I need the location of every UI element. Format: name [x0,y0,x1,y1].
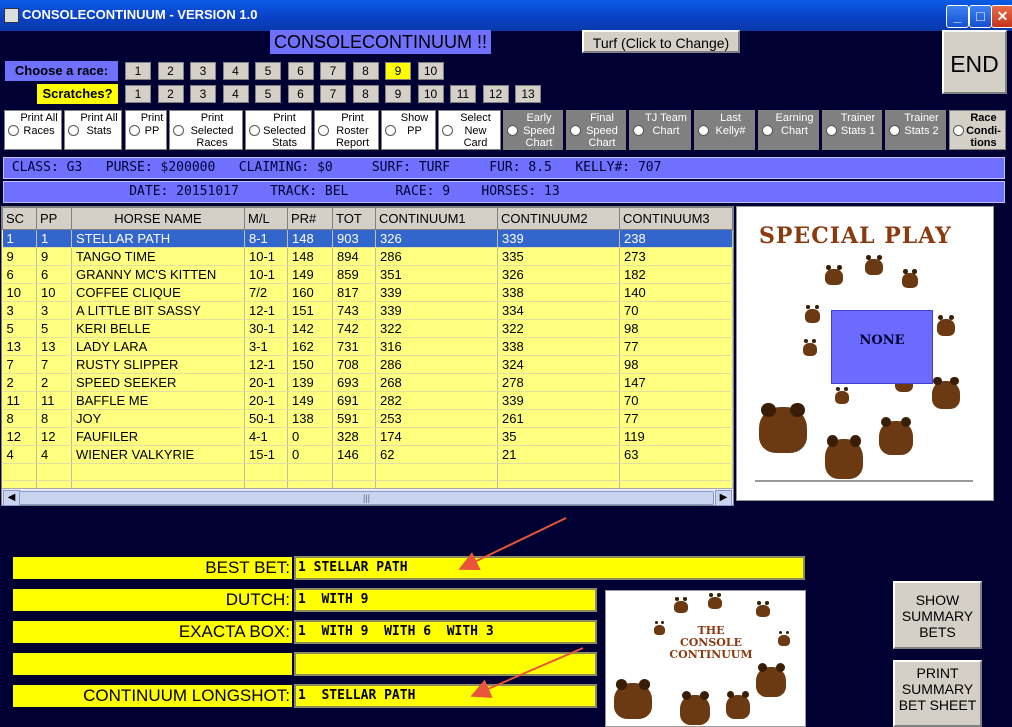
arrow-to-longshot [470,647,584,698]
annotation-arrows [458,517,584,698]
arrow-to-best-bet [458,517,567,571]
